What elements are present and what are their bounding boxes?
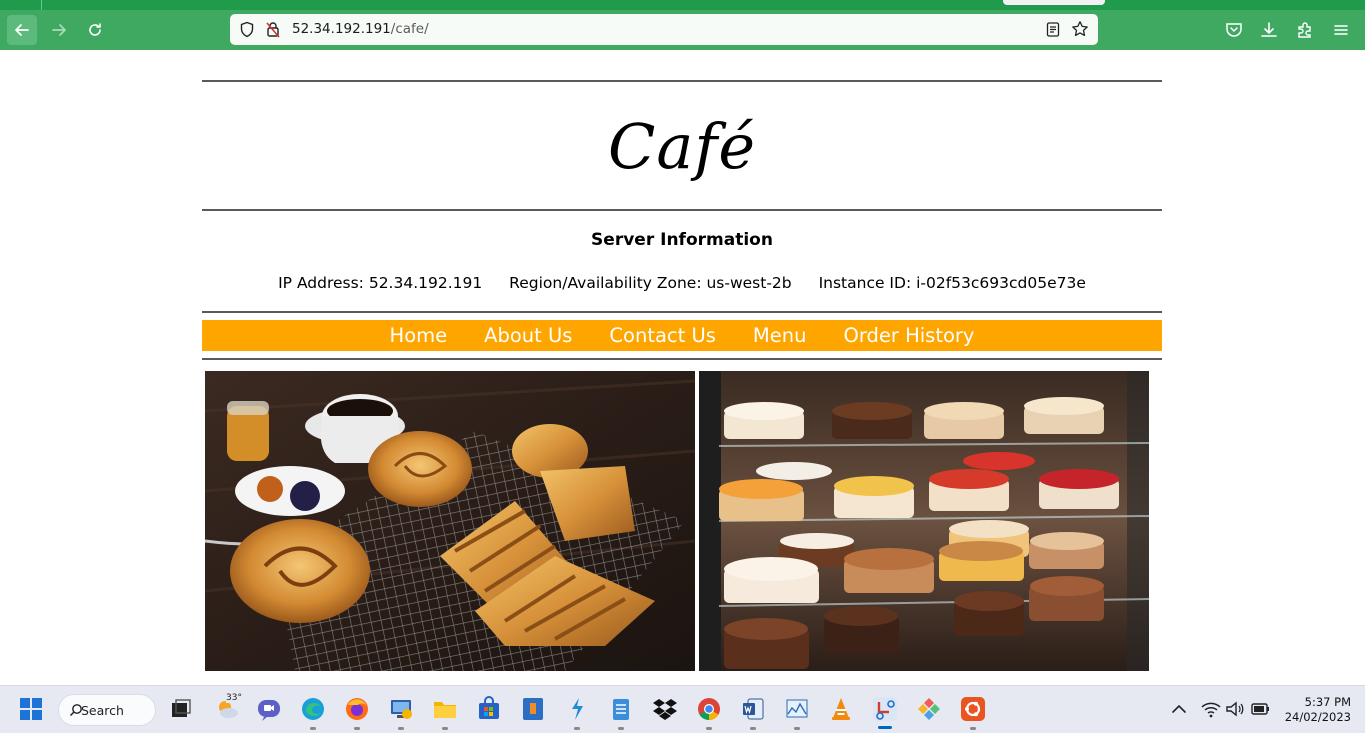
running-indicator: [706, 727, 712, 730]
chevron-up-icon[interactable]: [1168, 696, 1190, 722]
dropbox-icon[interactable]: [652, 696, 678, 722]
search-icon: [69, 704, 82, 717]
clock[interactable]: 5:37 PM 24/02/2023: [1281, 695, 1351, 725]
edge-browser-icon[interactable]: [300, 696, 326, 722]
running-indicator: [574, 727, 580, 730]
taskbar: Search 33° 5:37 PM 24/02/2023: [0, 685, 1365, 733]
address-bar[interactable]: 52.34.192.191/cafe/: [230, 14, 1098, 45]
menu-hamburger-icon[interactable]: [1331, 20, 1351, 40]
chrome-icon[interactable]: [696, 696, 722, 722]
browser-tab-strip: [0, 0, 1365, 10]
divider: [202, 80, 1162, 82]
vscode-like-icon[interactable]: [564, 696, 590, 722]
nav-link-about-us[interactable]: About Us: [484, 324, 572, 347]
tab-separator: [41, 0, 42, 10]
extensions-icon[interactable]: [1295, 20, 1315, 40]
url-path: /cafe/: [390, 21, 429, 37]
taskbar-search[interactable]: Search: [58, 694, 156, 726]
arrow-left-icon: [15, 24, 29, 36]
resource-monitor-icon[interactable]: [784, 696, 810, 722]
battery-icon[interactable]: [1248, 696, 1272, 722]
weather-temperature: 33°: [226, 693, 242, 703]
volume-icon[interactable]: [1224, 696, 1246, 722]
server-info-heading: Server Information: [591, 230, 773, 250]
microsoft-store-icon[interactable]: [476, 696, 502, 722]
clock-time: 5:37 PM: [1304, 695, 1351, 709]
task-view-icon[interactable]: [168, 696, 194, 722]
pastries-photo: [205, 371, 695, 671]
remote-desktop-icon[interactable]: [388, 696, 414, 722]
server-info-line: IP Address: 52.34.192.191 Region/Availab…: [202, 274, 1162, 292]
site-nav: Home About Us Contact Us Menu Order Hist…: [202, 320, 1162, 351]
insecure-lock-icon[interactable]: [265, 21, 281, 38]
instance-id: Instance ID: i-02f53c693cd05e73e: [818, 274, 1086, 292]
arrow-right-icon: [52, 24, 66, 36]
nav-link-order-history[interactable]: Order History: [843, 324, 974, 347]
running-indicator: [794, 727, 800, 730]
url-host: 52.34.192.191: [292, 21, 391, 37]
word-icon[interactable]: [740, 696, 766, 722]
wifi-icon[interactable]: [1200, 696, 1222, 722]
running-indicator: [750, 727, 756, 730]
windows-start-icon[interactable]: [18, 696, 44, 722]
running-indicator: [310, 727, 316, 730]
back-button[interactable]: [7, 15, 37, 45]
forward-button[interactable]: [44, 15, 74, 45]
divider: [202, 358, 1162, 360]
cakes-display-photo: [699, 371, 1149, 671]
divider: [202, 209, 1162, 211]
vlc-icon[interactable]: [828, 696, 854, 722]
search-label: Search: [81, 702, 124, 718]
shield-icon[interactable]: [239, 21, 255, 38]
browser-tab[interactable]: [1003, 0, 1105, 5]
active-app-indicator: [878, 726, 892, 729]
cafe-page: Café Server Information IP Address: 52.3…: [202, 50, 1162, 685]
notepad-icon[interactable]: [608, 696, 634, 722]
firefox-icon[interactable]: [344, 696, 370, 722]
running-indicator: [354, 727, 360, 730]
running-indicator: [618, 727, 624, 730]
ip-address: IP Address: 52.34.192.191: [278, 274, 483, 292]
file-explorer-icon[interactable]: [432, 696, 458, 722]
nav-link-menu[interactable]: Menu: [753, 324, 807, 347]
running-indicator: [970, 727, 976, 730]
running-indicator: [442, 727, 448, 730]
bookmark-star-icon[interactable]: [1071, 20, 1089, 38]
nav-link-home[interactable]: Home: [390, 324, 448, 347]
region-zone: Region/Availability Zone: us-west-2b: [509, 274, 792, 292]
app-launcher-icon[interactable]: [520, 696, 546, 722]
reader-view-icon[interactable]: [1045, 21, 1061, 38]
ubuntu-icon[interactable]: [960, 696, 986, 722]
divider: [202, 311, 1162, 313]
pocket-icon[interactable]: [1224, 20, 1244, 40]
nav-link-contact-us[interactable]: Contact Us: [609, 324, 716, 347]
site-title: Café: [607, 110, 757, 183]
snipping-tool-icon[interactable]: [872, 696, 898, 722]
teams-chat-icon[interactable]: [256, 696, 282, 722]
reload-button[interactable]: [80, 15, 110, 45]
url-text[interactable]: 52.34.192.191/cafe/: [292, 21, 429, 37]
running-indicator: [398, 727, 404, 730]
browser-toolbar: 52.34.192.191/cafe/: [0, 10, 1365, 50]
downloads-icon[interactable]: [1259, 20, 1279, 40]
reload-icon: [89, 23, 101, 36]
colorful-app-icon[interactable]: [916, 696, 942, 722]
clock-date: 24/02/2023: [1284, 710, 1351, 724]
